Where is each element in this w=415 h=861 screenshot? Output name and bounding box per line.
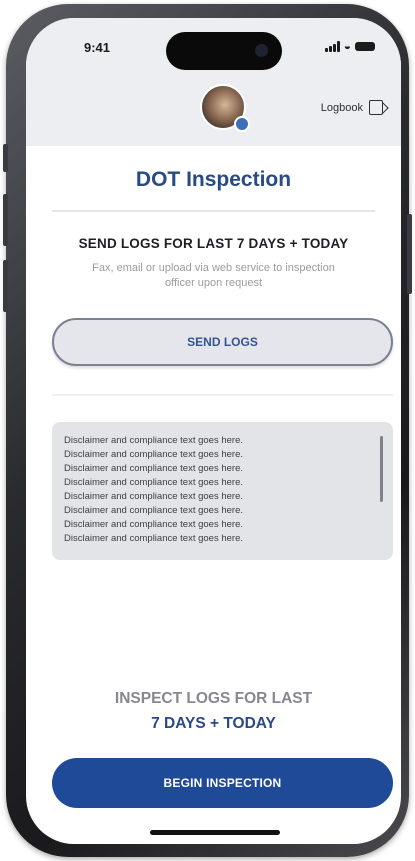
begin-inspection-button[interactable]: BEGIN INSPECTION [52, 758, 393, 808]
dynamic-island [166, 32, 282, 70]
volume-down-button [3, 260, 8, 312]
page-title: DOT Inspection [135, 168, 292, 191]
inspect-heading: INSPECT LOGS FOR LAST 7 DAYS + TODAY [26, 686, 401, 736]
phone-frame: 9:41 ◒ Logbook DOT Inspection SEND LOGS … [3, 4, 412, 857]
inspect-heading-line2: 7 DAYS + TODAY [151, 715, 276, 732]
disclaimer-scrollbar[interactable] [380, 436, 383, 502]
logbook-exit-icon [369, 100, 383, 115]
disclaimer-line: Disclaimer and compliance text goes here… [64, 491, 244, 502]
status-time: 9:41 [84, 40, 111, 55]
disclaimer-line: Disclaimer and compliance text goes here… [64, 449, 244, 460]
logbook-label: Logbook [320, 101, 363, 114]
title-divider [52, 210, 375, 212]
disclaimer-line: Disclaimer and compliance text goes here… [64, 519, 244, 530]
section-divider [52, 394, 393, 396]
power-button [407, 214, 412, 294]
battery-icon [355, 41, 375, 51]
disclaimer-scroll-box[interactable]: Disclaimer and compliance text goes here… [52, 422, 393, 560]
avatar-status-badge [234, 116, 250, 132]
disclaimer-line: Disclaimer and compliance text goes here… [64, 505, 244, 516]
send-logs-button[interactable]: SEND LOGS [52, 318, 393, 366]
send-logs-heading: SEND LOGS FOR LAST 7 DAYS + TODAY [78, 236, 349, 251]
camera-icon [255, 44, 268, 57]
signal-icon [324, 40, 340, 52]
silent-switch [3, 144, 8, 172]
disclaimer-line: Disclaimer and compliance text goes here… [64, 533, 244, 544]
inspect-heading-line1: INSPECT LOGS FOR LAST [114, 690, 313, 707]
disclaimer-line: Disclaimer and compliance text goes here… [64, 463, 244, 474]
send-logs-description: Fax, email or upload via web service to … [92, 262, 335, 289]
home-indicator[interactable] [150, 830, 280, 835]
wifi-icon: ◒ [343, 39, 351, 53]
volume-up-button [3, 194, 8, 246]
status-icons: ◒ [324, 39, 375, 53]
logbook-button[interactable]: Logbook [321, 100, 383, 115]
disclaimer-line: Disclaimer and compliance text goes here… [64, 477, 244, 488]
app-header: 9:41 ◒ Logbook [26, 18, 401, 146]
disclaimer-line: Disclaimer and compliance text goes here… [64, 435, 244, 446]
app-screen: 9:41 ◒ Logbook DOT Inspection SEND LOGS … [26, 18, 401, 844]
